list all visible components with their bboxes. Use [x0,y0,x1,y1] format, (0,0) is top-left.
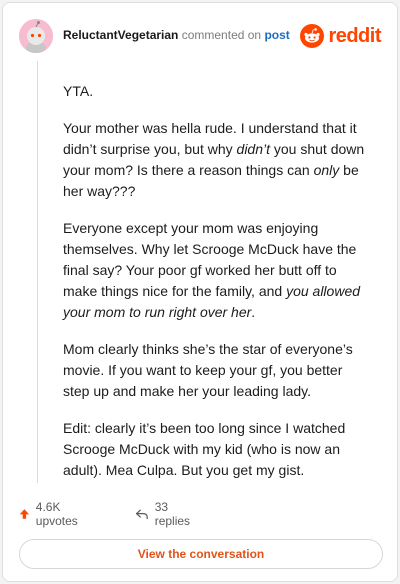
comment-header: ReluctantVegetarian commented on post re… [19,19,381,53]
reddit-wordmark: reddit [328,24,381,47]
comment-text: Mom clearly thinks she’s the star of eve… [63,341,353,399]
thread-line [37,61,38,483]
emphasis-text: only [313,162,340,178]
comment-body: YTA. Your mother was hella rude. I unders… [63,81,367,497]
comment-meta: ReluctantVegetarian commented on post [63,28,290,42]
replies-button[interactable]: 33 replies [135,500,194,528]
reddit-brand[interactable]: reddit [300,21,381,51]
upvote-arrow-icon [19,509,30,519]
emphasis-text: didn’t [236,141,270,157]
reply-count: 33 replies [154,500,191,528]
view-conversation-button[interactable]: View the conversation [19,539,383,569]
comment-paragraph: Mom clearly thinks she’s the star of eve… [63,339,367,402]
comment-paragraph: Everyone except your mom was enjoying th… [63,218,367,323]
comment-paragraph: Your mother was hella rude. I understand… [63,118,367,202]
upvote-button[interactable]: 4.6K upvotes [19,500,83,528]
snoo-avatar-icon [19,19,53,53]
comment-paragraph: Edit: clearly it’s been too long since I… [63,418,367,481]
reply-arrow-icon [135,509,148,520]
comment-card: ReluctantVegetarian commented on post re… [2,2,398,582]
comment-text: . [251,304,256,320]
avatar[interactable] [19,19,53,53]
username[interactable]: ReluctantVegetarian [63,28,178,42]
comment-paragraph: YTA. [63,81,367,102]
commented-on-text: commented on [181,28,262,42]
comment-text: YTA. [63,83,94,99]
upvote-count: 4.6K upvotes [35,500,78,528]
reddit-logo-icon [300,24,325,48]
comment-text: Edit: clearly it’s been too long since I… [63,420,346,478]
post-link[interactable]: post [264,28,289,42]
